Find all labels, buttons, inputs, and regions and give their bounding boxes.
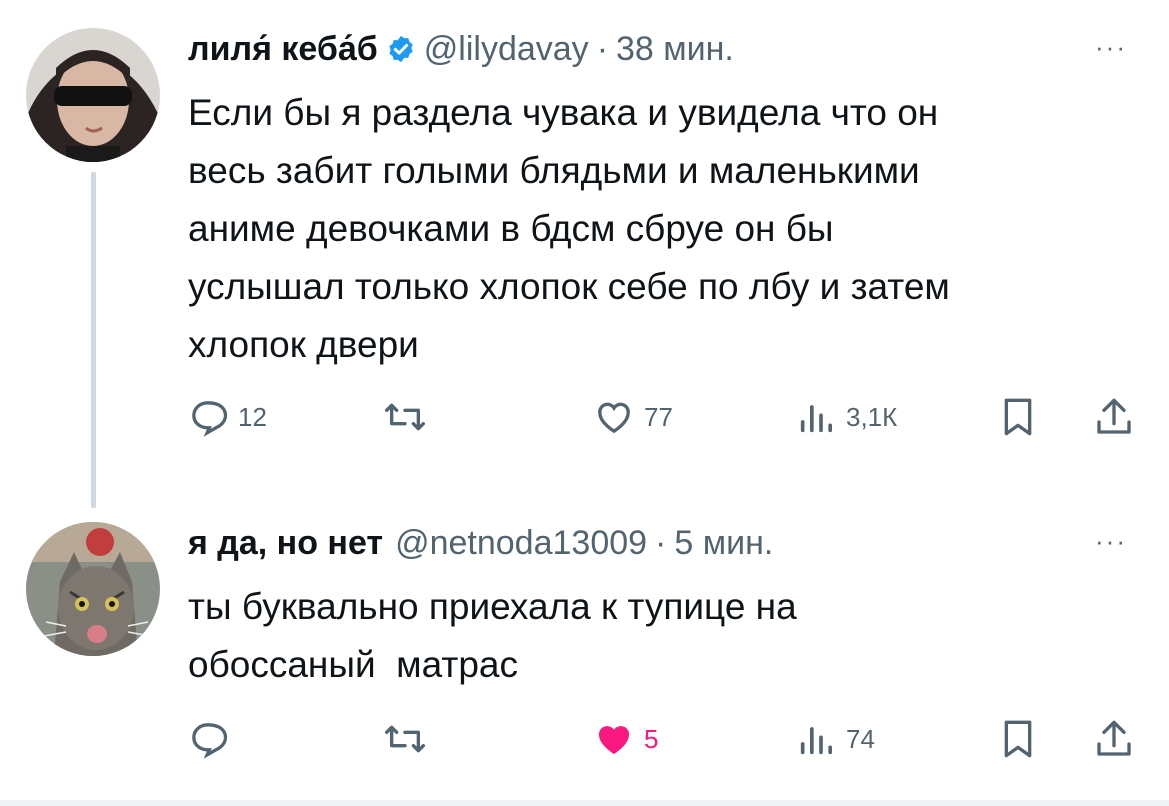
heart-icon <box>598 402 630 434</box>
bookmark-button[interactable] <box>998 714 1038 764</box>
views-icon <box>800 727 832 755</box>
timestamp[interactable]: 5 мин. <box>674 524 773 563</box>
tweet-2-header: я да, но нет @netnoda13009 · 5 мин. <box>188 522 773 564</box>
like-count: 5 <box>644 723 659 754</box>
text-line: аниме девочками в бдсм сбруе он бы <box>188 208 834 249</box>
bookmark-icon <box>1004 720 1032 758</box>
timestamp[interactable]: 38 мин. <box>616 30 734 69</box>
separator-dot: · <box>596 29 609 68</box>
divider <box>0 800 1169 806</box>
more-options-icon[interactable]: ··· <box>1095 32 1127 63</box>
like-button[interactable]: 5 <box>594 714 658 764</box>
text-line: Если бы я раздела чувака и увидела что о… <box>188 92 939 133</box>
avatar-cat[interactable] <box>26 522 160 656</box>
view-count: 3,1К <box>846 401 898 432</box>
display-name[interactable]: лиля́ кеба́б <box>188 30 378 69</box>
reply-icon <box>192 723 228 759</box>
reply-button[interactable] <box>188 714 228 764</box>
tweet-1-header: лиля́ кеба́б @lilydavay · 38 мин. <box>188 28 734 70</box>
like-button[interactable]: 77 <box>594 392 673 442</box>
text-line: весь забит голыми блядьми и маленькими <box>188 150 920 191</box>
retweet-button[interactable] <box>383 392 427 442</box>
bookmark-button[interactable] <box>998 392 1038 442</box>
views-button[interactable]: 74 <box>796 714 875 764</box>
text-line: ты буквально приехала к тупице на <box>188 586 797 627</box>
retweet-button[interactable] <box>383 714 427 764</box>
tweet-1-actions: 12 77 3,1К <box>188 392 1138 442</box>
verified-badge-icon <box>386 34 416 64</box>
retweet-icon <box>384 725 425 753</box>
avatar-lily[interactable] <box>26 28 160 162</box>
share-icon <box>1097 720 1131 756</box>
share-icon <box>1097 398 1131 434</box>
reply-icon <box>192 401 228 437</box>
reply-count: 12 <box>238 401 267 432</box>
reply-button[interactable]: 12 <box>188 392 267 442</box>
views-button[interactable]: 3,1К <box>796 392 897 442</box>
handle[interactable]: @netnoda13009 <box>395 524 647 563</box>
tweet-2-text: ты буквально приехала к тупице на обосса… <box>188 578 1138 694</box>
bookmark-icon <box>1004 398 1032 436</box>
views-icon <box>800 405 832 433</box>
share-button[interactable] <box>1094 392 1134 442</box>
heart-filled-icon <box>598 726 630 754</box>
handle[interactable]: @lilydavay <box>424 30 589 69</box>
text-line: обоссаный матрас <box>188 644 518 685</box>
view-count: 74 <box>846 723 875 754</box>
like-count: 77 <box>644 401 673 432</box>
text-line: хлопок двери <box>188 324 419 365</box>
tweet-1: лиля́ кеба́б @lilydavay · 38 мин. ··· Ес… <box>0 0 1169 508</box>
separator-dot: · <box>655 523 667 562</box>
text-line: услышал только хлопок себе по лбу и зате… <box>188 266 950 307</box>
tweet-2-actions: 5 74 <box>188 714 1138 764</box>
more-options-icon[interactable]: ··· <box>1095 526 1127 557</box>
display-name[interactable]: я да, но нет <box>188 524 383 563</box>
tweet-1-text: Если бы я раздела чувака и увидела что о… <box>188 84 1138 374</box>
share-button[interactable] <box>1094 714 1134 764</box>
thread-line <box>91 172 96 508</box>
retweet-icon <box>384 403 425 431</box>
tweet-2: я да, но нет @netnoda13009 · 5 мин. ··· … <box>0 500 1169 800</box>
